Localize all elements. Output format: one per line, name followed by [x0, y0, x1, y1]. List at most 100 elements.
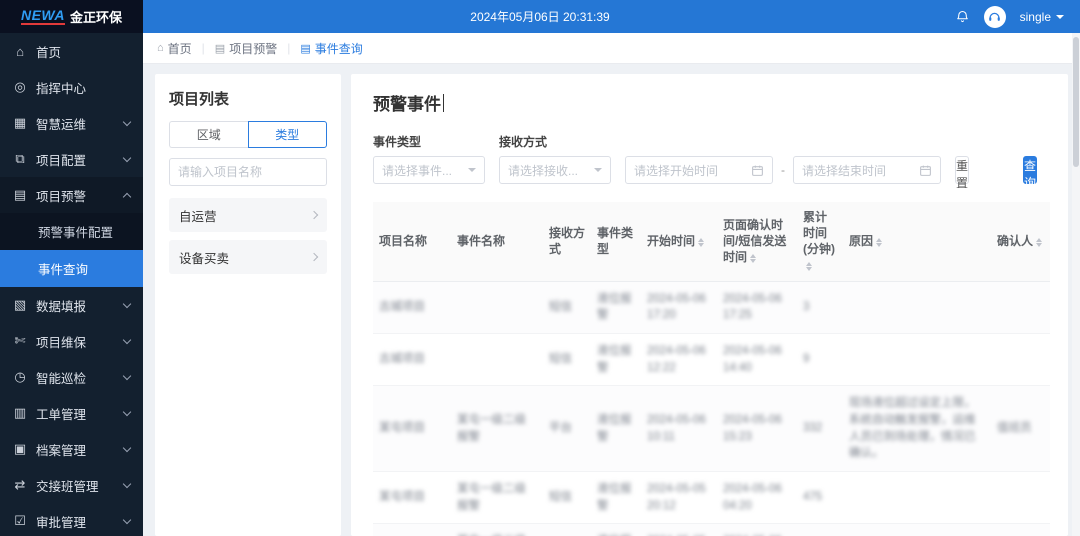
sidebar-subitem-1[interactable]: 事件查询	[0, 250, 143, 287]
column-header-4[interactable]: 开始时间	[641, 202, 717, 281]
logo-company-name: 金正环保	[70, 7, 122, 26]
page-scrollbar	[1072, 33, 1080, 536]
chevron-down-icon	[123, 515, 131, 523]
events-table-head: 项目名称事件名称接收方式事件类型开始时间页面确认时间/短信发送时间累计时间 (分…	[373, 202, 1050, 281]
project-group-label: 设备买卖	[179, 248, 229, 267]
sidebar: ⌂首页◎指挥中心▦智慧运维⧉项目配置▤项目预警预警事件配置事件查询▧数据填报✄项…	[0, 33, 143, 536]
sidebar-item-1[interactable]: ◎指挥中心	[0, 69, 143, 105]
username: single	[1020, 10, 1051, 24]
sidebar-item-9[interactable]: ▣档案管理	[0, 431, 143, 467]
column-header-5[interactable]: 页面确认时间/短信发送时间	[717, 202, 797, 281]
column-header-7[interactable]: 原因	[843, 202, 991, 281]
sidebar-item-2[interactable]: ▦智慧运维	[0, 105, 143, 141]
table-row: 古城项目短信液位报警2024-05-06 12:222024-05-06 14:…	[373, 334, 1050, 386]
scrollbar-thumb[interactable]	[1073, 37, 1079, 167]
cell-project: 古城项目	[373, 281, 451, 333]
column-header-label: 累计时间 (分钟)	[803, 210, 835, 256]
logo: NEWA 金正环保	[0, 0, 143, 33]
notification-bell-icon[interactable]	[955, 9, 970, 24]
project-search-input[interactable]	[169, 158, 327, 186]
calendar-icon	[751, 164, 764, 177]
cell-event: 某屯一级二级报警	[451, 472, 543, 524]
user-avatar[interactable]	[984, 6, 1006, 28]
sidebar-item-label: 项目预警	[36, 186, 86, 205]
column-header-8[interactable]: 确认人	[991, 202, 1050, 281]
content-area: ⌂首页|▤项目预警|▤事件查询 项目列表 区域 类型 自运营设备买卖 预警事件	[143, 33, 1080, 536]
cell-type: 液位报警	[591, 472, 641, 524]
sidebar-item-8[interactable]: ▥工单管理	[0, 395, 143, 431]
sidebar-item-label: 审批管理	[36, 512, 86, 531]
filter-bar: 事件类型 请选择事件... 接收方式 请选择接收...	[373, 133, 1046, 184]
column-header-label: 开始时间	[647, 234, 695, 248]
sidebar-item-11[interactable]: ☑ 审批管理	[0, 503, 143, 536]
receive-method-select[interactable]: 请选择接收...	[499, 156, 611, 184]
sidebar-item-label: 项目配置	[36, 150, 86, 169]
breadcrumb-item-label: 首页	[168, 40, 192, 57]
sidebar-item-7[interactable]: ◷智能巡检	[0, 359, 143, 395]
sidebar-item-5[interactable]: ▧数据填报	[0, 287, 143, 323]
sidebar-item-0[interactable]: ⌂首页	[0, 33, 143, 69]
reset-button[interactable]: 重置	[955, 156, 969, 184]
page-title: 预警事件	[373, 90, 1046, 115]
sidebar-item-3[interactable]: ⧉项目配置	[0, 141, 143, 177]
cell-type: 液位报警	[591, 334, 641, 386]
cell-confirm: 2024-05-06 15:23	[717, 386, 797, 472]
cell-start: 2024-05-06 17:20	[641, 281, 717, 333]
breadcrumb-item-2[interactable]: ▤事件查询	[300, 40, 362, 57]
event-type-label: 事件类型	[373, 133, 485, 150]
cell-start: 2024-05-06 12:22	[641, 334, 717, 386]
header-actions: single	[955, 6, 1080, 28]
project-tabs: 区域 类型	[169, 121, 327, 148]
sidebar-item-label: 智能巡检	[36, 368, 86, 387]
cell-reason	[843, 524, 991, 536]
sidebar-item-label: 首页	[36, 42, 61, 61]
sidebar-subitem-0[interactable]: 预警事件配置	[0, 213, 143, 250]
date-range-separator: -	[781, 163, 785, 177]
cell-reason	[843, 472, 991, 524]
user-menu[interactable]: single	[1020, 10, 1064, 24]
project-list-title: 项目列表	[169, 88, 327, 109]
cell-type: 液位报警	[591, 281, 641, 333]
sort-icon	[750, 254, 756, 263]
tab-region[interactable]: 区域	[169, 121, 248, 148]
event-type-placeholder: 请选择事件...	[382, 162, 468, 179]
sidebar-item-label: 智慧运维	[36, 114, 86, 133]
project-group-label: 自运营	[179, 206, 217, 225]
sidebar-item-label: 档案管理	[36, 440, 86, 459]
breadcrumb-item-1[interactable]: ▤项目预警	[215, 40, 277, 57]
sort-icon	[806, 262, 812, 271]
start-time-picker[interactable]: 请选择开始时间	[625, 156, 773, 184]
sort-icon	[1036, 238, 1042, 247]
approval-icon: ☑	[13, 513, 27, 529]
sidebar-item-6[interactable]: ✄项目维保	[0, 323, 143, 359]
maintenance-icon: ✄	[13, 333, 27, 349]
body-row: 项目列表 区域 类型 自运营设备买卖 预警事件 事件类型 请选	[143, 64, 1080, 536]
breadcrumb-item-label: 项目预警	[229, 40, 277, 57]
alert-events-card: 预警事件 事件类型 请选择事件... 接收方式 请选择接收..	[351, 74, 1068, 536]
project-alert-icon: ▤	[13, 187, 27, 203]
chevron-down-icon	[123, 443, 131, 451]
cell-start: 2024-05-05 18:10	[641, 524, 717, 536]
column-header-6[interactable]: 累计时间 (分钟)	[797, 202, 843, 281]
tab-type[interactable]: 类型	[248, 121, 328, 148]
sidebar-item-10[interactable]: ⇄交接班管理	[0, 467, 143, 503]
search-button[interactable]: 查询	[1023, 156, 1037, 184]
cell-minutes: 475	[797, 472, 843, 524]
chevron-down-icon	[123, 479, 131, 487]
cell-project: 某屯项目	[373, 386, 451, 472]
event-type-select[interactable]: 请选择事件...	[373, 156, 485, 184]
breadcrumb-item-0[interactable]: ⌂首页	[157, 40, 192, 57]
chevron-down-icon	[123, 153, 131, 161]
project-group-1[interactable]: 设备买卖	[169, 240, 327, 274]
cell-method: 短信	[543, 472, 591, 524]
events-table-body: 古城项目短信液位报警2024-05-06 17:202024-05-06 17:…	[373, 281, 1050, 536]
project-group-0[interactable]: 自运营	[169, 198, 327, 232]
cell-confirmer	[991, 472, 1050, 524]
end-time-picker[interactable]: 请选择结束时间	[793, 156, 941, 184]
table-row: 古城项目短信液位报警2024-05-06 17:202024-05-06 17:…	[373, 281, 1050, 333]
page-title-text: 预警事件	[373, 90, 441, 115]
cell-reason	[843, 281, 991, 333]
sidebar-item-4[interactable]: ▤ 项目预警	[0, 177, 143, 213]
cell-event: 某屯一级二级报警	[451, 524, 543, 536]
chevron-right-icon	[310, 211, 318, 219]
